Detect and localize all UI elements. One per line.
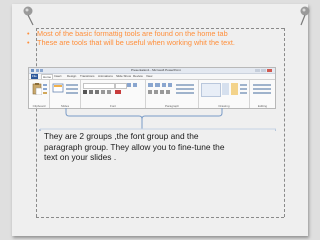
group-paragraph: Paragraph — [146, 80, 199, 108]
undo-icon[interactable] — [40, 69, 43, 72]
ribbon-screenshot: Presentation1 - Microsoft PowerPoint Fil… — [28, 67, 276, 109]
pushpin-icon — [300, 6, 310, 26]
align-text-button[interactable] — [176, 88, 194, 90]
window-title: Presentation1 - Microsoft PowerPoint — [131, 68, 181, 72]
replace-button[interactable] — [253, 88, 271, 90]
align-right-icon[interactable] — [160, 90, 164, 94]
find-button[interactable] — [253, 84, 271, 86]
app-icon — [31, 69, 34, 72]
save-icon[interactable] — [36, 69, 39, 72]
justify-icon[interactable] — [166, 90, 170, 94]
ribbon-groups: Clipboard Slides Font Paragraph Drawing … — [29, 79, 275, 108]
group-editing: Editing — [250, 80, 275, 108]
group-font: Font — [81, 80, 146, 108]
quick-styles-icon[interactable] — [231, 83, 238, 95]
italic-icon[interactable] — [89, 90, 93, 94]
decrease-indent-icon[interactable] — [162, 83, 166, 87]
underline-icon[interactable] — [95, 90, 99, 94]
select-button[interactable] — [253, 92, 271, 94]
callout-line: They are 2 groups ,the font group and th… — [44, 131, 199, 141]
reset-button[interactable] — [66, 88, 78, 90]
callout-box-top-edge — [40, 128, 276, 130]
close-button[interactable] — [267, 69, 272, 72]
bullets-icon[interactable] — [148, 83, 153, 87]
shapes-gallery[interactable] — [201, 83, 221, 97]
bullet-icon: • — [27, 29, 30, 38]
minimize-button[interactable] — [255, 69, 260, 72]
bullet-item: • These are tools that will be useful wh… — [27, 38, 295, 47]
pushpin-icon — [23, 6, 34, 26]
frame-bottom-border — [36, 217, 284, 218]
numbering-icon[interactable] — [155, 83, 160, 87]
bullet-icon: • — [27, 38, 30, 47]
strikethrough-icon[interactable] — [101, 90, 105, 94]
group-drawing: Drawing — [199, 80, 250, 108]
arrange-icon[interactable] — [222, 83, 229, 95]
group-clipboard: Clipboard — [29, 80, 50, 108]
bullet-text: These are tools that will be useful when… — [37, 38, 235, 47]
font-name-select[interactable] — [83, 83, 115, 89]
bullet-text: Most of the basic formattig tools are fo… — [37, 29, 228, 38]
frame-right-border — [284, 28, 285, 217]
new-slide-icon[interactable] — [52, 83, 64, 95]
cut-icon[interactable] — [43, 84, 47, 86]
bold-icon[interactable] — [83, 90, 87, 94]
group-slides: Slides — [50, 80, 81, 108]
grow-font-icon[interactable] — [127, 83, 131, 87]
copy-icon[interactable] — [43, 88, 47, 90]
section-button[interactable] — [66, 92, 78, 94]
shadow-icon[interactable] — [107, 90, 111, 94]
bullet-item: • Most of the basic formattig tools are … — [27, 29, 295, 38]
font-size-select[interactable] — [115, 83, 127, 89]
layout-button[interactable] — [66, 84, 78, 86]
align-center-icon[interactable] — [154, 90, 158, 94]
convert-smartart-button[interactable] — [176, 92, 194, 94]
text-direction-button[interactable] — [176, 84, 194, 86]
shape-fill-button[interactable] — [240, 84, 247, 86]
callout-line: paragraph group. They allow you to fine-… — [44, 141, 225, 152]
callout-text: They are 2 groups ,the font group and th… — [44, 131, 284, 163]
shrink-font-icon[interactable] — [133, 83, 137, 87]
shape-effects-button[interactable] — [240, 92, 247, 94]
bullet-list: • Most of the basic formattig tools are … — [27, 29, 295, 47]
maximize-button[interactable] — [261, 69, 266, 72]
shape-outline-button[interactable] — [240, 88, 247, 90]
format-painter-icon[interactable] — [43, 92, 47, 94]
callout-line: text on your slides . — [44, 152, 117, 162]
paste-icon[interactable] — [32, 83, 42, 95]
align-left-icon[interactable] — [148, 90, 152, 94]
increase-indent-icon[interactable] — [168, 83, 172, 87]
font-color-icon[interactable] — [115, 90, 121, 94]
